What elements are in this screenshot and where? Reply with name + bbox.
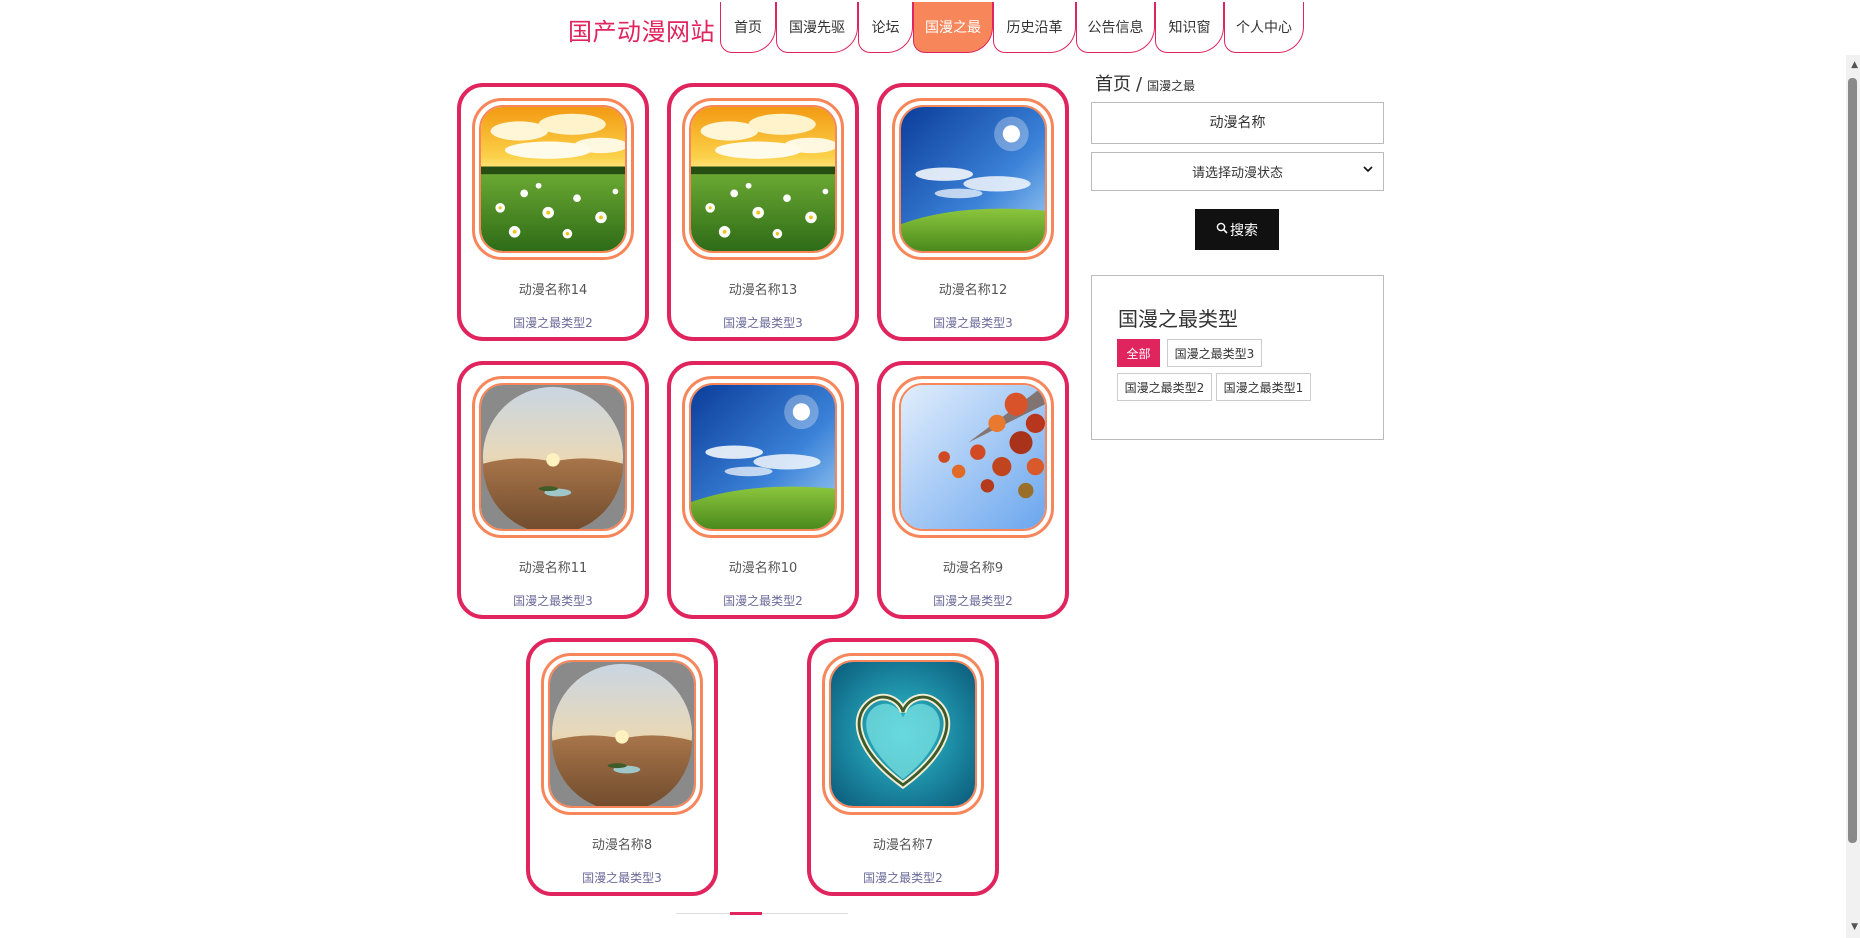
card-image xyxy=(901,107,1045,251)
breadcrumb-current: 国漫之最 xyxy=(1147,79,1196,93)
pagination-active-indicator[interactable] xyxy=(730,912,762,915)
scroll-up-arrow-icon[interactable]: ▲ xyxy=(1851,60,1858,70)
type-tag-all[interactable]: 全部 xyxy=(1117,339,1160,367)
card-image xyxy=(901,385,1045,529)
card-image xyxy=(691,385,835,529)
anime-name-search-input[interactable] xyxy=(1091,102,1384,144)
type-tag[interactable]: 国漫之最类型3 xyxy=(1167,339,1262,367)
anime-card[interactable]: 动漫名称8 国漫之最类型3 xyxy=(526,638,718,896)
card-type: 国漫之最类型3 xyxy=(513,594,593,608)
card-name[interactable]: 动漫名称9 xyxy=(881,557,1065,576)
site-logo-title[interactable]: 国产动漫网站 xyxy=(568,12,715,47)
nav-forum[interactable]: 论坛 xyxy=(858,2,913,53)
card-name[interactable]: 动漫名称7 xyxy=(811,834,995,853)
nav-profile[interactable]: 个人中心 xyxy=(1224,2,1304,53)
breadcrumb-separator: / xyxy=(1136,74,1143,95)
card-name[interactable]: 动漫名称11 xyxy=(461,557,645,576)
card-name[interactable]: 动漫名称8 xyxy=(530,834,714,853)
nav-home[interactable]: 首页 xyxy=(720,2,776,53)
card-type: 国漫之最类型3 xyxy=(723,316,803,330)
breadcrumb-home[interactable]: 首页 xyxy=(1095,74,1131,95)
type-filter-title: 国漫之最类型 xyxy=(1118,307,1238,331)
chevron-down-icon xyxy=(1363,163,1373,178)
scrollbar-thumb[interactable] xyxy=(1848,78,1857,843)
card-image-frame xyxy=(892,376,1054,538)
card-image-frame xyxy=(472,98,634,260)
card-image xyxy=(831,662,975,806)
card-type: 国漫之最类型2 xyxy=(863,871,943,885)
card-image xyxy=(550,662,694,806)
anime-card[interactable]: 动漫名称10 国漫之最类型2 xyxy=(667,361,859,619)
card-type: 国漫之最类型3 xyxy=(582,871,662,885)
anime-card[interactable]: 动漫名称7 国漫之最类型2 xyxy=(807,638,999,896)
card-image-frame xyxy=(472,376,634,538)
card-image-frame xyxy=(892,98,1054,260)
type-filter-panel: 国漫之最类型 全部 国漫之最类型3 国漫之最类型2 国漫之最类型1 xyxy=(1091,275,1384,440)
card-name[interactable]: 动漫名称10 xyxy=(671,557,855,576)
pagination-divider xyxy=(676,913,848,914)
nav-pioneers[interactable]: 国漫先驱 xyxy=(776,2,858,53)
card-type: 国漫之最类型2 xyxy=(723,594,803,608)
anime-card[interactable]: 动漫名称11 国漫之最类型3 xyxy=(457,361,649,619)
card-name[interactable]: 动漫名称12 xyxy=(881,279,1065,298)
nav-notices[interactable]: 公告信息 xyxy=(1076,2,1155,53)
card-type: 国漫之最类型2 xyxy=(513,316,593,330)
scroll-down-arrow-icon[interactable]: ▼ xyxy=(1851,922,1858,932)
card-image xyxy=(481,385,625,529)
card-type: 国漫之最类型2 xyxy=(933,594,1013,608)
card-image-frame xyxy=(822,653,984,815)
anime-card[interactable]: 动漫名称12 国漫之最类型3 xyxy=(877,83,1069,341)
anime-card[interactable]: 动漫名称9 国漫之最类型2 xyxy=(877,361,1069,619)
card-type: 国漫之最类型3 xyxy=(933,316,1013,330)
card-image xyxy=(691,107,835,251)
card-name[interactable]: 动漫名称14 xyxy=(461,279,645,298)
search-button-label: 搜索 xyxy=(1230,222,1258,239)
status-select-value: 请选择动漫状态 xyxy=(1191,166,1283,181)
card-image xyxy=(481,107,625,251)
search-button[interactable]: 搜索 xyxy=(1195,209,1279,250)
nav-best[interactable]: 国漫之最 xyxy=(913,2,993,53)
type-tag[interactable]: 国漫之最类型1 xyxy=(1216,373,1311,401)
card-image-frame xyxy=(682,376,844,538)
anime-card[interactable]: 动漫名称14 国漫之最类型2 xyxy=(457,83,649,341)
search-icon xyxy=(1216,222,1228,238)
anime-card[interactable]: 动漫名称13 国漫之最类型3 xyxy=(667,83,859,341)
card-image-frame xyxy=(541,653,703,815)
nav-history[interactable]: 历史沿革 xyxy=(993,2,1076,53)
anime-status-select[interactable]: 请选择动漫状态 xyxy=(1091,152,1384,191)
nav-knowledge[interactable]: 知识窗 xyxy=(1155,2,1224,53)
card-name[interactable]: 动漫名称13 xyxy=(671,279,855,298)
card-image-frame xyxy=(682,98,844,260)
type-tag[interactable]: 国漫之最类型2 xyxy=(1117,373,1212,401)
breadcrumb: 首页 / 国漫之最 xyxy=(1095,70,1195,96)
